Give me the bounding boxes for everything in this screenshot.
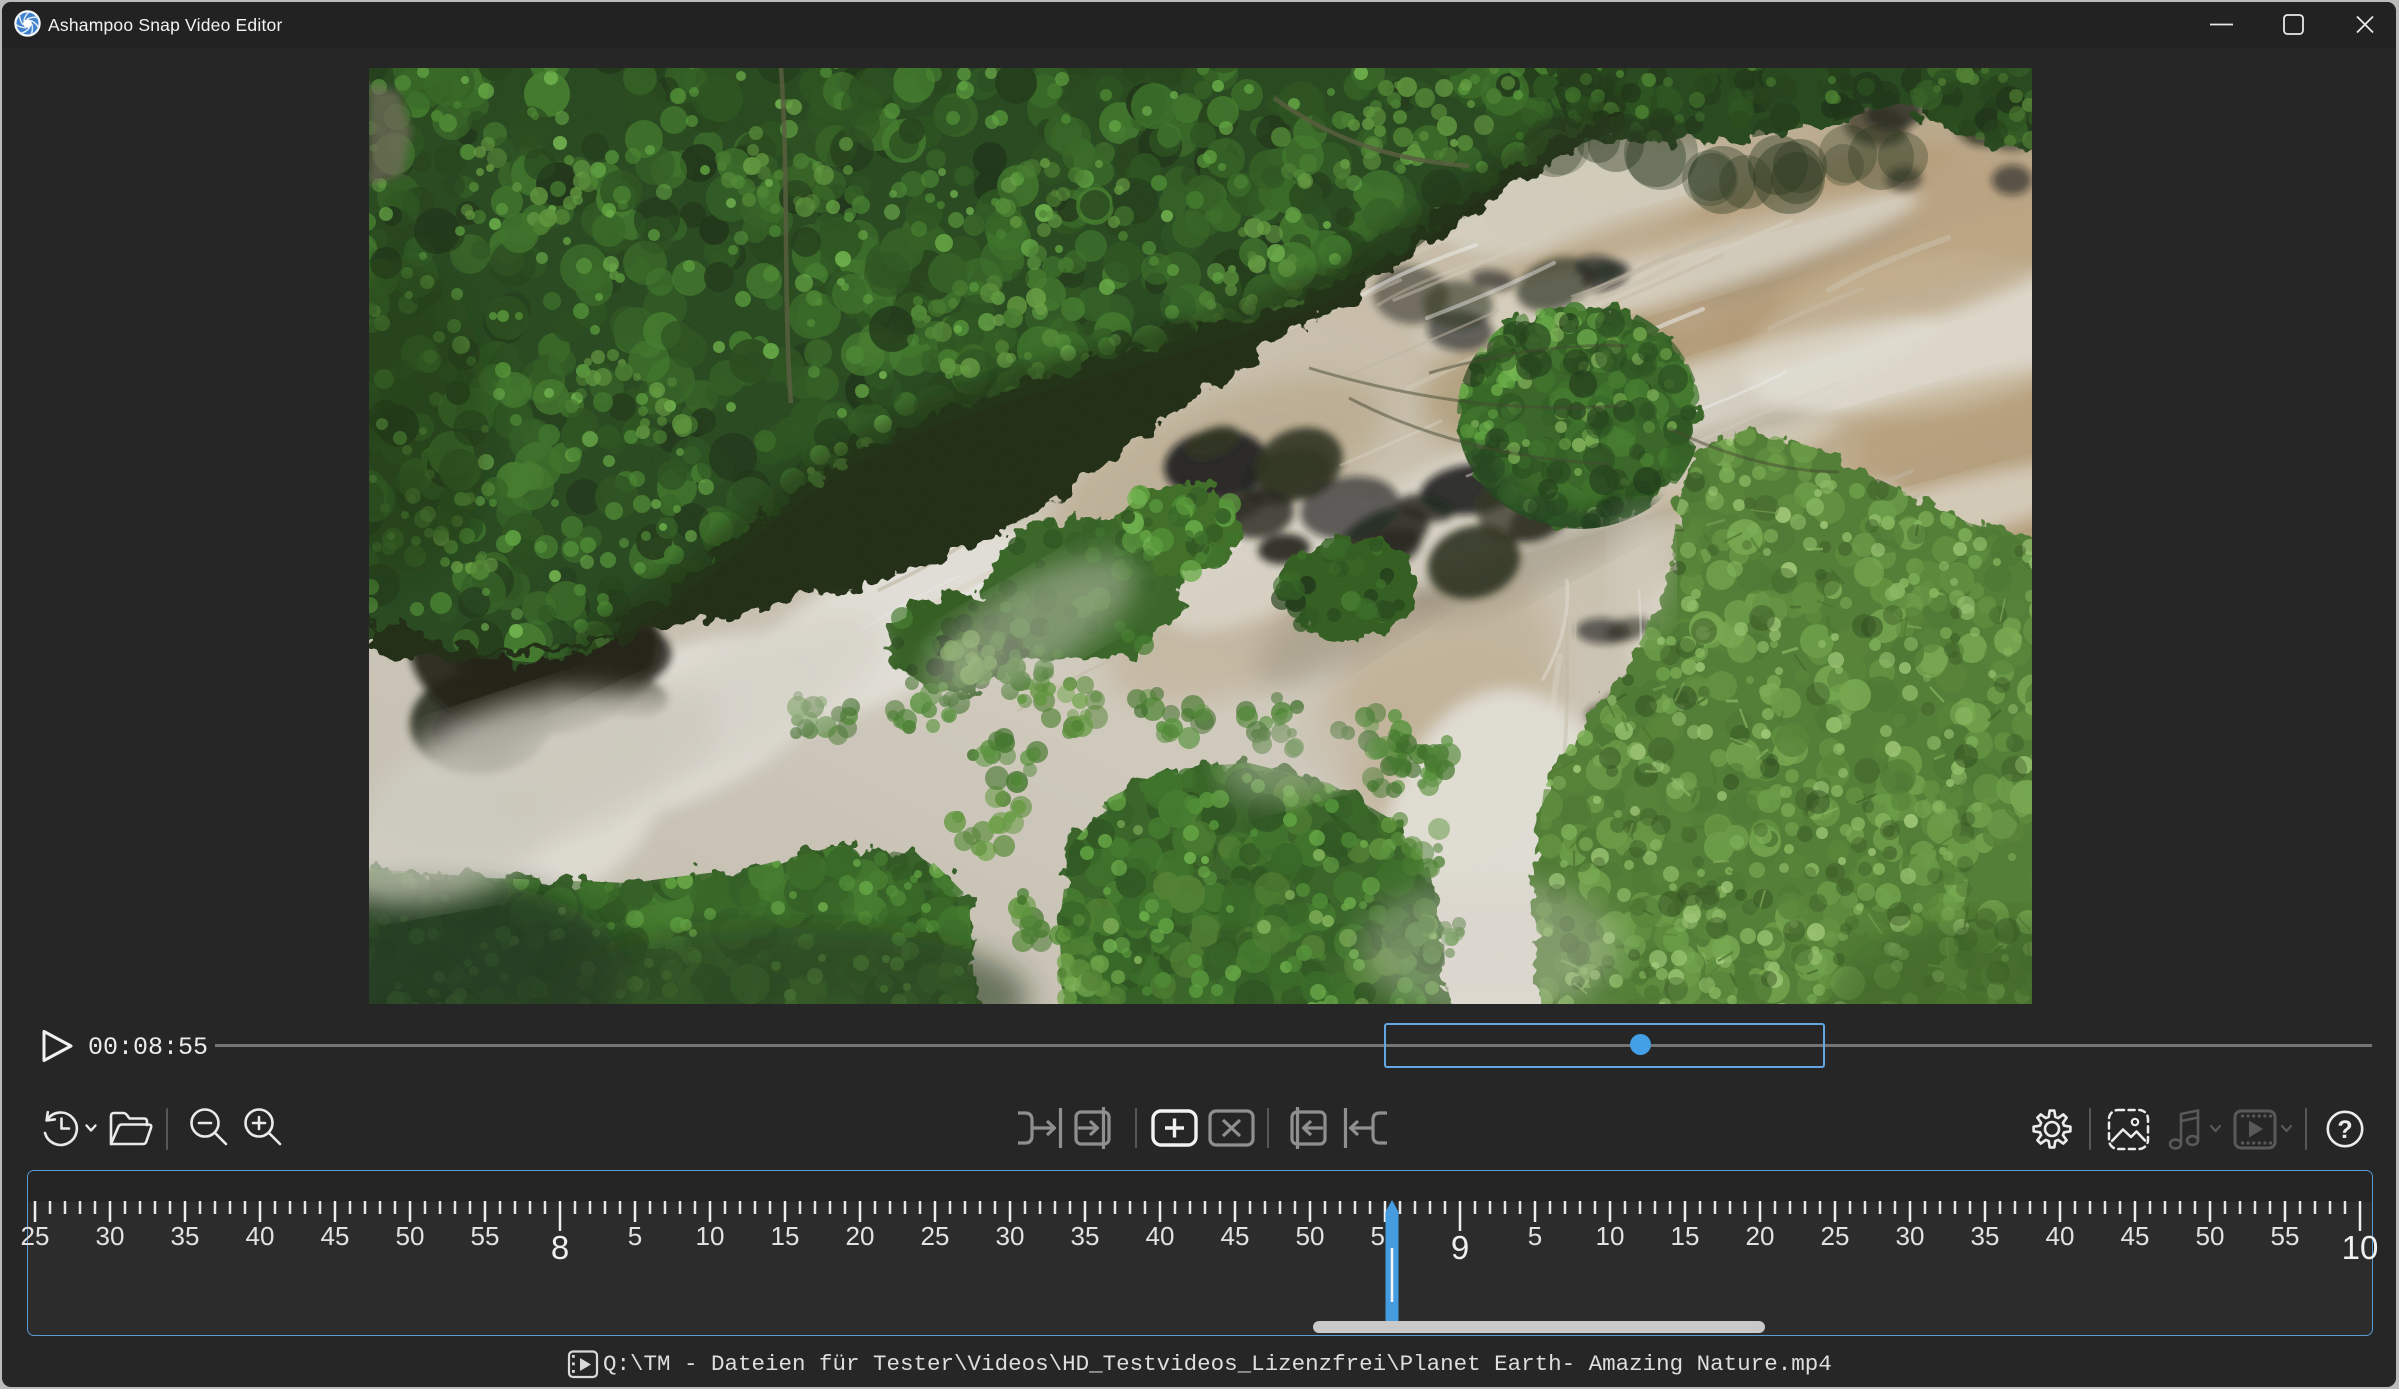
svg-text:5: 5 bbox=[1528, 1221, 1542, 1251]
svg-text:35: 35 bbox=[1071, 1221, 1100, 1251]
svg-text:30: 30 bbox=[1896, 1221, 1925, 1251]
svg-text:10: 10 bbox=[1596, 1221, 1625, 1251]
svg-text:30: 30 bbox=[96, 1221, 125, 1251]
svg-text:35: 35 bbox=[1971, 1221, 2000, 1251]
svg-text:50: 50 bbox=[1296, 1221, 1325, 1251]
svg-text:5: 5 bbox=[628, 1221, 642, 1251]
svg-text:40: 40 bbox=[2046, 1221, 2075, 1251]
svg-text:20: 20 bbox=[1746, 1221, 1775, 1251]
svg-text:25: 25 bbox=[21, 1221, 50, 1251]
svg-text:9: 9 bbox=[1451, 1229, 1469, 1266]
svg-text:40: 40 bbox=[1146, 1221, 1175, 1251]
svg-text:55: 55 bbox=[471, 1221, 500, 1251]
svg-text:45: 45 bbox=[1221, 1221, 1250, 1251]
svg-text:20: 20 bbox=[846, 1221, 875, 1251]
svg-text:45: 45 bbox=[321, 1221, 350, 1251]
svg-text:35: 35 bbox=[171, 1221, 200, 1251]
svg-text:10: 10 bbox=[2342, 1229, 2379, 1266]
svg-text:25: 25 bbox=[1821, 1221, 1850, 1251]
svg-text:8: 8 bbox=[551, 1229, 569, 1266]
svg-text:15: 15 bbox=[771, 1221, 800, 1251]
svg-text:50: 50 bbox=[396, 1221, 425, 1251]
svg-text:55: 55 bbox=[2271, 1221, 2300, 1251]
svg-text:25: 25 bbox=[921, 1221, 950, 1251]
svg-text:30: 30 bbox=[996, 1221, 1025, 1251]
svg-text:50: 50 bbox=[2196, 1221, 2225, 1251]
svg-text:10: 10 bbox=[696, 1221, 725, 1251]
svg-text:45: 45 bbox=[2121, 1221, 2150, 1251]
svg-text:15: 15 bbox=[1671, 1221, 1700, 1251]
svg-text:40: 40 bbox=[246, 1221, 275, 1251]
